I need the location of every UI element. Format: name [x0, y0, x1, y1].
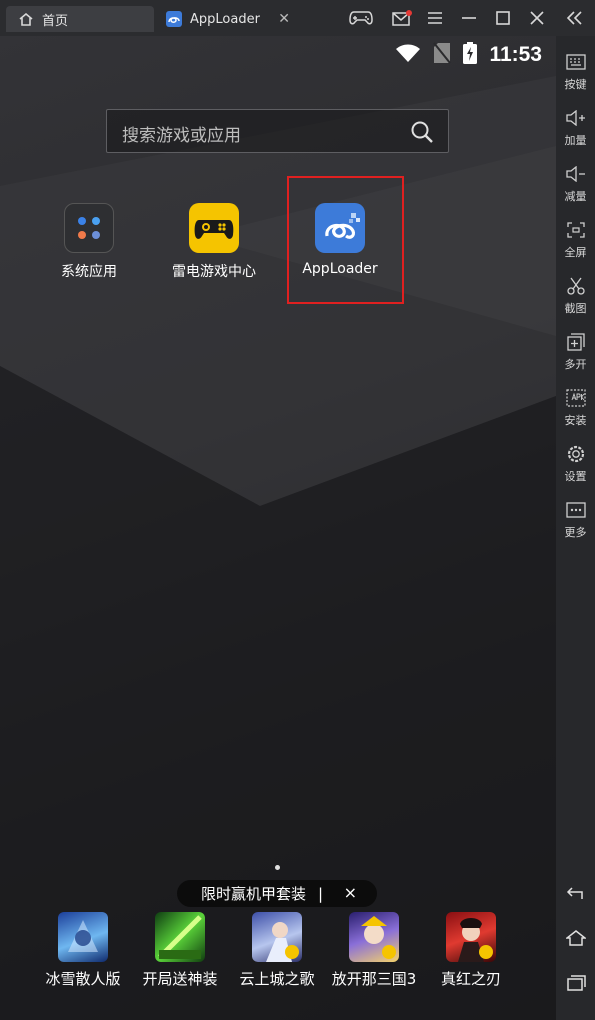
tab-home-label: 首页: [42, 13, 69, 29]
tab-home[interactable]: 首页: [6, 6, 154, 32]
tab-apploader[interactable]: AppLoader ✕: [160, 6, 300, 32]
promo-separator: |: [318, 884, 324, 903]
more-icon: [556, 498, 595, 522]
app-system-apps[interactable]: 系统应用: [29, 203, 149, 281]
minimize-icon[interactable]: [458, 6, 480, 30]
dock-app-label: 冰雪散人版: [45, 970, 121, 988]
search-icon[interactable]: [410, 120, 434, 148]
recent-apps-button[interactable]: [556, 972, 595, 998]
status-bar: 11:53: [395, 42, 542, 68]
selection-highlight: [287, 176, 404, 304]
dock-app[interactable]: 云上城之歌: [227, 912, 327, 989]
wifi-icon: [395, 43, 421, 67]
sidebar-item-label: 按键: [564, 78, 587, 91]
sidebar-item-label: 设置: [564, 470, 587, 483]
sidebar-item-label: 多开: [564, 358, 587, 371]
battery-charging-icon: [463, 42, 478, 68]
gamepad-icon[interactable]: [347, 6, 375, 30]
tab-apploader-label: AppLoader: [190, 11, 260, 27]
sidebar-item-settings[interactable]: 设置: [556, 442, 595, 484]
search-placeholder: 搜索游戏或应用: [122, 126, 241, 146]
game-icon: [58, 912, 108, 962]
page-indicator: [275, 865, 280, 870]
app-label: 系统应用: [61, 264, 117, 280]
collapse-icon[interactable]: [563, 6, 587, 30]
menu-icon[interactable]: [424, 6, 446, 30]
sidebar-item-more[interactable]: 更多: [556, 498, 595, 540]
app-label: 雷电游戏中心: [172, 264, 256, 280]
dock-app[interactable]: 冰雪散人版: [33, 912, 133, 989]
sidebar-item-volume-up[interactable]: 加量: [556, 106, 595, 148]
mail-icon[interactable]: [390, 6, 414, 30]
promo-text: 限时赢机甲套装: [201, 885, 307, 903]
sidebar-item-keymap[interactable]: 按键: [556, 50, 595, 92]
game-icon: [446, 912, 496, 962]
sidebar-item-screenshot[interactable]: 截图: [556, 274, 595, 316]
right-toolbar: 按键 加量 减量 全屏 截图 多开 安装 设置 更多: [556, 36, 595, 1020]
dock-app[interactable]: 放开那三国3: [324, 912, 424, 989]
promo-close-button[interactable]: ×: [344, 883, 357, 902]
keyboard-icon: [556, 50, 595, 74]
sidebar-item-label: 安装: [564, 414, 587, 427]
back-icon: [566, 885, 586, 904]
gear-icon: [556, 442, 595, 466]
maximize-icon[interactable]: [492, 6, 514, 30]
home-icon: [564, 930, 587, 950]
sidebar-item-label: 更多: [564, 526, 587, 539]
recent-apps-icon: [566, 975, 586, 995]
volume-down-icon: [556, 162, 595, 186]
android-screen: 11:53 搜索游戏或应用 系统应用 雷电游戏中心 AppLoader 限时赢机…: [0, 36, 556, 1020]
sidebar-item-label: 加量: [564, 134, 587, 147]
volume-up-icon: [556, 106, 595, 130]
system-apps-folder-icon: [64, 203, 114, 253]
dock-app[interactable]: 开局送神装: [130, 912, 230, 989]
home-icon: [18, 11, 34, 27]
fullscreen-icon: [556, 218, 595, 242]
multi-instance-icon: [556, 330, 595, 354]
sidebar-item-apk-install[interactable]: 安装: [556, 386, 595, 428]
dock-app-label: 开局送神装: [142, 970, 218, 988]
back-button[interactable]: [556, 881, 595, 907]
sidebar-item-fullscreen[interactable]: 全屏: [556, 218, 595, 260]
sidebar-item-label: 截图: [564, 302, 587, 315]
dock-app-label: 放开那三国3: [331, 970, 417, 988]
title-bar: 首页 AppLoader ✕: [0, 0, 595, 36]
sidebar-item-volume-down[interactable]: 减量: [556, 162, 595, 204]
scissors-icon: [556, 274, 595, 298]
wallpaper: [0, 76, 556, 1020]
promo-banner[interactable]: 限时赢机甲套装 | ×: [177, 880, 377, 907]
dock-app[interactable]: 真红之刃: [421, 912, 521, 989]
no-sim-icon: [433, 42, 452, 68]
app-ld-game-center[interactable]: 雷电游戏中心: [154, 203, 274, 281]
game-icon: [349, 912, 399, 962]
game-icon: [155, 912, 205, 962]
home-button[interactable]: [556, 927, 595, 953]
sidebar-item-label: 减量: [564, 190, 587, 203]
dock-app-label: 真红之刃: [440, 970, 501, 988]
dock-app-label: 云上城之歌: [239, 970, 315, 988]
apploader-tab-icon: [166, 11, 182, 27]
search-bar[interactable]: 搜索游戏或应用: [106, 109, 449, 153]
apk-install-icon: [556, 386, 595, 410]
sidebar-item-multi-instance[interactable]: 多开: [556, 330, 595, 372]
game-icon: [252, 912, 302, 962]
ld-game-center-icon: [189, 203, 239, 253]
sidebar-item-label: 全屏: [564, 246, 587, 259]
status-clock: 11:53: [489, 43, 542, 66]
close-icon[interactable]: [526, 6, 548, 30]
tab-close-icon[interactable]: ✕: [278, 11, 290, 27]
